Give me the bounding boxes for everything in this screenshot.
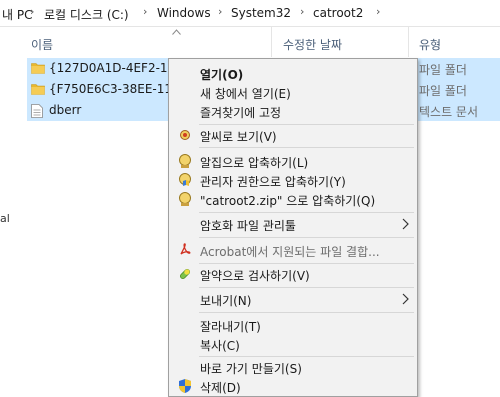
menu-item-acrobat-combine[interactable]: Acrobat에서 지원되는 파일 결합... <box>169 240 417 260</box>
menu-item-label: 보내기(N) <box>200 294 252 308</box>
menu-item-pin-quick-access[interactable]: 즐겨찾기에 고정 <box>169 101 417 121</box>
column-header-row: 이름 수정한 날짜 유형 <box>27 27 500 57</box>
alyac-pill-icon <box>179 268 191 280</box>
menu-item-label: 삭제(D) <box>200 381 241 395</box>
menu-item-alzip-compress[interactable]: 알집으로 압축하기(L) <box>169 151 417 171</box>
file-type: 텍스트 문서 <box>419 105 479 119</box>
menu-item-open-new-window[interactable]: 새 창에서 열기(E) <box>169 82 417 102</box>
menu-item-delete[interactable]: 삭제(D) <box>169 376 417 396</box>
breadcrumb-catroot2[interactable]: catroot2 <box>313 6 363 20</box>
menu-item-copy[interactable]: 복사(C) <box>169 334 417 354</box>
menu-item-encrypt-manage[interactable]: 암호화 파일 관리툴 <box>169 214 417 234</box>
menu-item-cut[interactable]: 잘라내기(T) <box>169 315 417 335</box>
shield-icon <box>179 379 191 393</box>
breadcrumb-chevron-icon[interactable]: › <box>300 5 304 18</box>
breadcrumb-chevron-icon[interactable]: › <box>218 5 222 18</box>
breadcrumb-chevron-icon[interactable]: › <box>376 5 380 18</box>
menu-item-label: 새 창에서 열기(E) <box>200 87 291 101</box>
column-header-type[interactable]: 유형 <box>419 36 441 53</box>
acrobat-icon <box>180 243 191 255</box>
file-type: 파일 폴더 <box>419 63 467 77</box>
menu-item-alyac-scan[interactable]: 알약으로 검사하기(V) <box>169 264 417 284</box>
file-name[interactable]: dberr <box>49 103 81 117</box>
alzip-admin-icon <box>179 173 191 186</box>
folder-icon <box>31 63 45 74</box>
menu-item-label: Acrobat에서 지원되는 파일 결합... <box>200 245 380 259</box>
column-divider[interactable] <box>408 27 409 57</box>
menu-item-send-to[interactable]: 보내기(N) <box>169 289 417 309</box>
navigation-pane[interactable]: al <box>0 27 27 397</box>
menu-item-label: 관리자 권한으로 압축하기(Y) <box>200 175 346 189</box>
menu-separator <box>199 212 414 213</box>
menu-item-label: 알약으로 검사하기(V) <box>200 269 310 283</box>
breadcrumb-windows[interactable]: Windows <box>157 6 211 20</box>
column-header-name[interactable]: 이름 <box>31 36 53 53</box>
column-header-date[interactable]: 수정한 날짜 <box>283 36 342 53</box>
breadcrumb-system32[interactable]: System32 <box>231 6 291 20</box>
sort-ascending-icon <box>172 29 181 35</box>
menu-separator <box>199 147 414 148</box>
menu-item-label: 즐겨찾기에 고정 <box>200 106 282 120</box>
folder-icon <box>31 84 45 95</box>
menu-separator <box>199 287 414 288</box>
menu-item-alssee-view[interactable]: 알씨로 보기(V) <box>169 125 417 145</box>
chevron-right-icon <box>402 293 409 305</box>
menu-item-label: 열기(O) <box>200 68 244 82</box>
menu-separator <box>199 237 414 238</box>
menu-item-label: 암호화 파일 관리툴 <box>200 219 296 233</box>
breadcrumb-chevron-icon[interactable]: › <box>143 5 147 18</box>
breadcrumb-local-disk[interactable]: 로컬 디스크 (C:) <box>44 6 129 23</box>
menu-item-admin-compress[interactable]: 관리자 권한으로 압축하기(Y) <box>169 170 417 190</box>
alzip-icon <box>179 154 191 168</box>
menu-item-open[interactable]: 열기(O) <box>169 63 417 83</box>
menu-item-label: 잘라내기(T) <box>200 320 261 334</box>
breadcrumb-this-pc[interactable]: 내 PC <box>2 6 32 23</box>
nav-item-fragment[interactable]: al <box>0 212 10 225</box>
menu-item-label: 알씨로 보기(V) <box>200 130 277 144</box>
menu-item-label: 바로 가기 만들기(S) <box>200 362 302 376</box>
chevron-right-icon <box>402 218 409 230</box>
address-bar[interactable]: 내 PC › 로컬 디스크 (C:) › Windows › System32 … <box>0 0 500 27</box>
file-type: 파일 폴더 <box>419 84 467 98</box>
column-divider[interactable] <box>271 27 272 57</box>
menu-item-label: 알집으로 압축하기(L) <box>200 156 309 170</box>
menu-item-create-shortcut[interactable]: 바로 가기 만들기(S) <box>169 357 417 377</box>
breadcrumb-chevron-icon[interactable]: › <box>30 5 34 18</box>
context-menu: 열기(O) 새 창에서 열기(E) 즐겨찾기에 고정 알씨로 보기(V) 알집으… <box>168 58 418 397</box>
menu-item-label: 복사(C) <box>200 339 240 353</box>
menu-item-label: "catroot2.zip" 으로 압축하기(Q) <box>200 194 376 208</box>
menu-item-compress-named[interactable]: "catroot2.zip" 으로 압축하기(Q) <box>169 189 417 209</box>
text-file-icon <box>31 104 43 118</box>
menu-separator <box>199 312 414 313</box>
alssee-icon <box>180 130 190 140</box>
alzip-icon <box>179 192 191 206</box>
